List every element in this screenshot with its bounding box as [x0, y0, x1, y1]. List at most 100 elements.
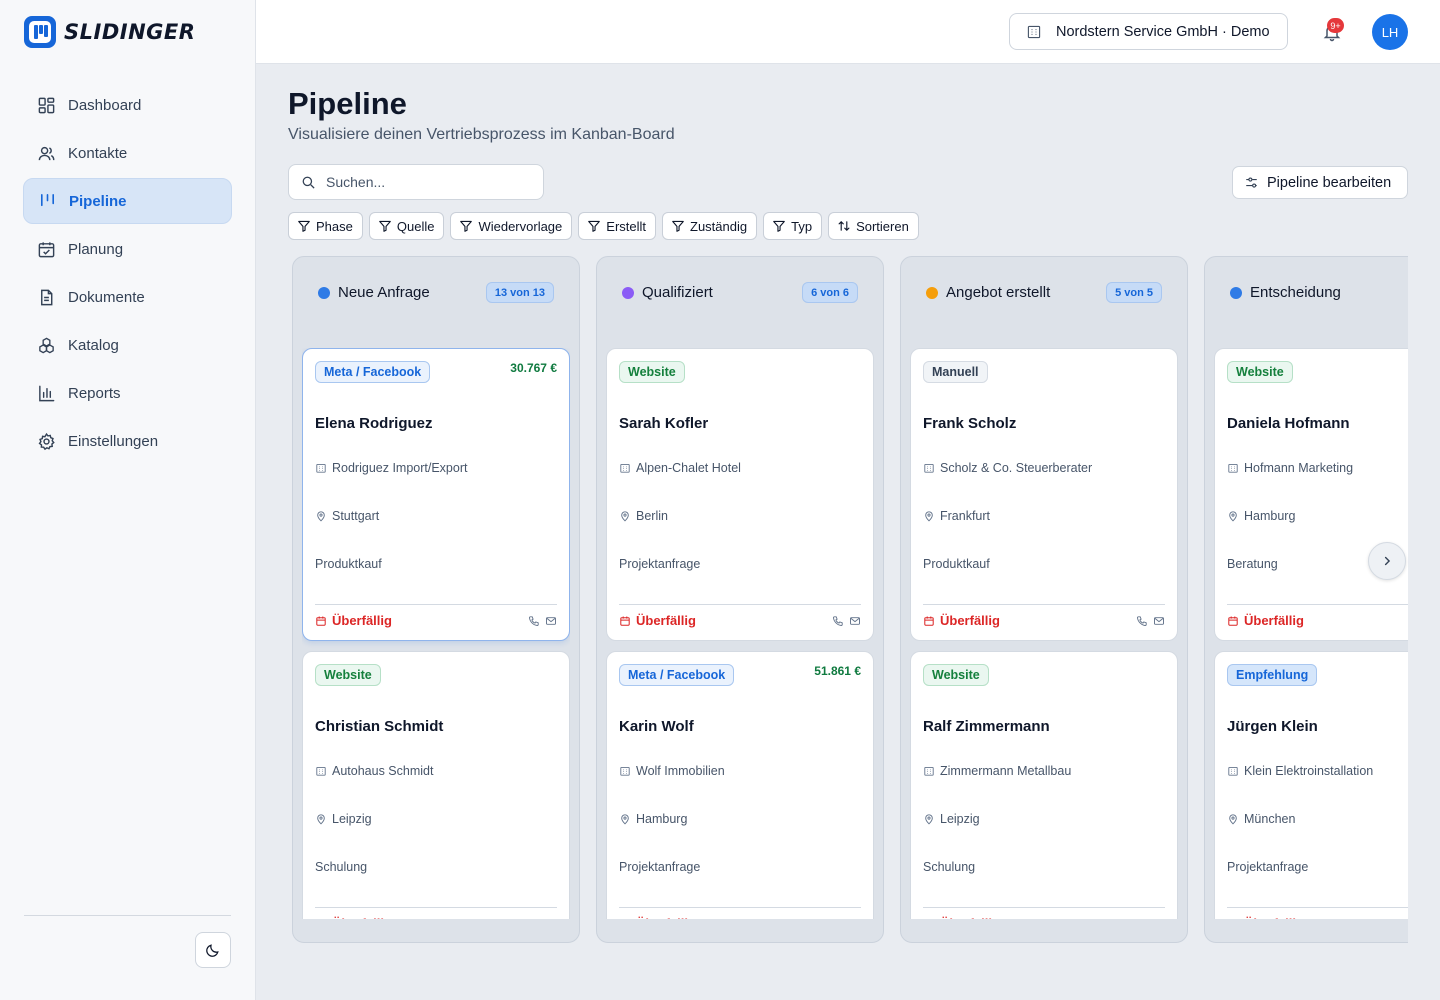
- sidebar-nav: Dashboard Kontakte Pipeline Planung Doku…: [23, 82, 232, 466]
- phone-icon[interactable]: [832, 918, 844, 919]
- filter-chip-label: Phase: [316, 218, 353, 234]
- request-type: Beratung: [1227, 557, 1278, 571]
- sidebar-item-label: Planung: [68, 240, 124, 258]
- contact-actions: [528, 615, 557, 627]
- sidebar-item-pipeline[interactable]: Pipeline: [23, 178, 232, 224]
- filter-chip-typ[interactable]: Typ: [763, 212, 823, 240]
- source-badge: Website: [923, 664, 989, 686]
- city-name: München: [1244, 812, 1296, 826]
- brand-logo[interactable]: SLIDINGER: [24, 16, 195, 48]
- city-name: Hamburg: [636, 812, 688, 826]
- filter-chip-erstellt[interactable]: Erstellt: [578, 212, 657, 240]
- sidebar-item-dokumente[interactable]: Dokumente: [23, 274, 232, 320]
- lead-card[interactable]: Empfehlung Jürgen Klein Klein Elektroinsta…: [1214, 651, 1408, 919]
- building-icon: [619, 765, 631, 777]
- tenant-switcher[interactable]: Nordstern Service GmbH · Demo: [1009, 13, 1288, 50]
- sidebar-item-dashboard[interactable]: Dashboard: [23, 82, 232, 128]
- sliders-icon: [1246, 177, 1257, 188]
- lead-card[interactable]: Meta / Facebook 51.861 € Karin Wolf Wolf Im…: [606, 651, 874, 919]
- moon-icon: [206, 944, 219, 957]
- filter-chip-phase[interactable]: Phase: [288, 212, 363, 240]
- contact-name: Elena Rodriguez: [315, 415, 433, 432]
- filter-icon: [587, 219, 601, 233]
- sidebar-item-reports[interactable]: Reports: [23, 370, 232, 416]
- filter-chip-wiedervorlage[interactable]: Wiedervorlage: [450, 212, 573, 240]
- sidebar-divider: [24, 915, 231, 916]
- calendar-icon: [1227, 918, 1239, 920]
- sidebar-item-label: Pipeline: [69, 192, 127, 210]
- location-row: Leipzig: [923, 812, 980, 826]
- sidebar-item-label: Katalog: [68, 336, 119, 354]
- calendar-icon: [923, 918, 935, 920]
- contact-name: Jürgen Klein: [1227, 718, 1318, 735]
- phone-icon[interactable]: [528, 615, 540, 627]
- contact-actions: [832, 615, 861, 627]
- mail-icon[interactable]: [1153, 615, 1165, 627]
- tenant-name: Nordstern Service GmbH · Demo: [1056, 23, 1270, 40]
- map-pin-icon: [923, 510, 935, 522]
- company-row: Scholz & Co. Steuerberater: [923, 461, 1092, 475]
- request-type: Projektanfrage: [1227, 860, 1309, 874]
- filter-chip-quelle[interactable]: Quelle: [368, 212, 445, 240]
- theme-toggle-button[interactable]: [195, 932, 231, 968]
- sidebar-item-katalog[interactable]: Katalog: [23, 322, 232, 368]
- phone-icon[interactable]: [1136, 918, 1148, 919]
- calendar-icon: [619, 918, 631, 920]
- phone-icon[interactable]: [832, 615, 844, 627]
- filter-icon: [297, 219, 311, 233]
- lead-card[interactable]: Website Christian Schmidt Autohaus Schmidt…: [302, 651, 570, 919]
- stage-dot-icon: [926, 287, 938, 299]
- pipeline-column: Angebot erstellt 5 von 5 Manuell Frank Scho…: [900, 256, 1188, 943]
- search-input[interactable]: [326, 174, 526, 190]
- company-row: Autohaus Schmidt: [315, 764, 433, 778]
- reports-icon: [39, 385, 55, 401]
- mail-icon[interactable]: [545, 615, 557, 627]
- lead-card[interactable]: Meta / Facebook 30.767 € Elena Rodriguez Ro…: [302, 348, 570, 641]
- overdue-status: Überfällig: [1227, 916, 1304, 919]
- brand-name: SLIDINGER: [64, 20, 196, 44]
- mail-icon[interactable]: [545, 918, 557, 919]
- sidebar-item-einstellungen[interactable]: Einstellungen: [23, 418, 232, 464]
- lead-card[interactable]: Manuell Frank Scholz Scholz & Co. Steuerbe…: [910, 348, 1178, 641]
- sidebar-item-planung[interactable]: Planung: [23, 226, 232, 272]
- company-name: Klein Elektroinstallation: [1244, 764, 1374, 778]
- pipeline-column: Entscheidung Website Daniela Hofmann Hofman…: [1204, 256, 1408, 943]
- source-badge: Empfehlung: [1227, 664, 1318, 686]
- mail-icon[interactable]: [849, 918, 861, 919]
- column-title: Angebot erstellt: [946, 284, 1051, 301]
- map-pin-icon: [619, 510, 631, 522]
- request-type: Schulung: [315, 860, 368, 874]
- overdue-status: Überfällig: [923, 613, 1000, 628]
- column-count-badge: 13 von 13: [485, 282, 554, 303]
- contact-name: Christian Schmidt: [315, 718, 444, 735]
- lead-card[interactable]: Website Daniela Hofmann Hofmann Marketing H…: [1214, 348, 1408, 641]
- phone-icon[interactable]: [1136, 615, 1148, 627]
- map-pin-icon: [1227, 813, 1239, 825]
- phone-icon[interactable]: [528, 918, 540, 919]
- sidebar-item-label: Einstellungen: [68, 432, 159, 450]
- sort-arrows-icon: [837, 219, 851, 233]
- company-name: Rodriguez Import/Export: [332, 461, 468, 475]
- filter-chip-label: Erstellt: [606, 218, 647, 234]
- lead-card[interactable]: Website Sarah Kofler Alpen-Chalet Hotel Ber…: [606, 348, 874, 641]
- mail-icon[interactable]: [849, 615, 861, 627]
- filter-chip-zuständig[interactable]: Zuständig: [662, 212, 758, 240]
- search-icon: [302, 176, 315, 189]
- contact-actions: [528, 918, 557, 919]
- overdue-label: Überfällig: [636, 613, 696, 628]
- lead-card[interactable]: Website Ralf Zimmermann Zimmermann Metallb…: [910, 651, 1178, 919]
- company-name: Alpen-Chalet Hotel: [636, 461, 741, 475]
- avatar[interactable]: LH: [1372, 14, 1408, 50]
- scroll-right-button[interactable]: [1368, 542, 1406, 580]
- edit-pipeline-button[interactable]: Pipeline bearbeiten: [1232, 166, 1408, 199]
- company-row: Alpen-Chalet Hotel: [619, 461, 741, 475]
- sort-button[interactable]: Sortieren: [828, 212, 919, 240]
- overdue-label: Überfällig: [332, 613, 392, 628]
- column-count-badge: 6 von 6: [802, 282, 858, 303]
- dashboard-icon: [38, 97, 55, 113]
- city-name: Frankfurt: [940, 509, 991, 523]
- card-divider: [923, 604, 1165, 605]
- sidebar-item-kontakte[interactable]: Kontakte: [23, 130, 232, 176]
- city-name: Stuttgart: [332, 509, 380, 523]
- mail-icon[interactable]: [1153, 918, 1165, 919]
